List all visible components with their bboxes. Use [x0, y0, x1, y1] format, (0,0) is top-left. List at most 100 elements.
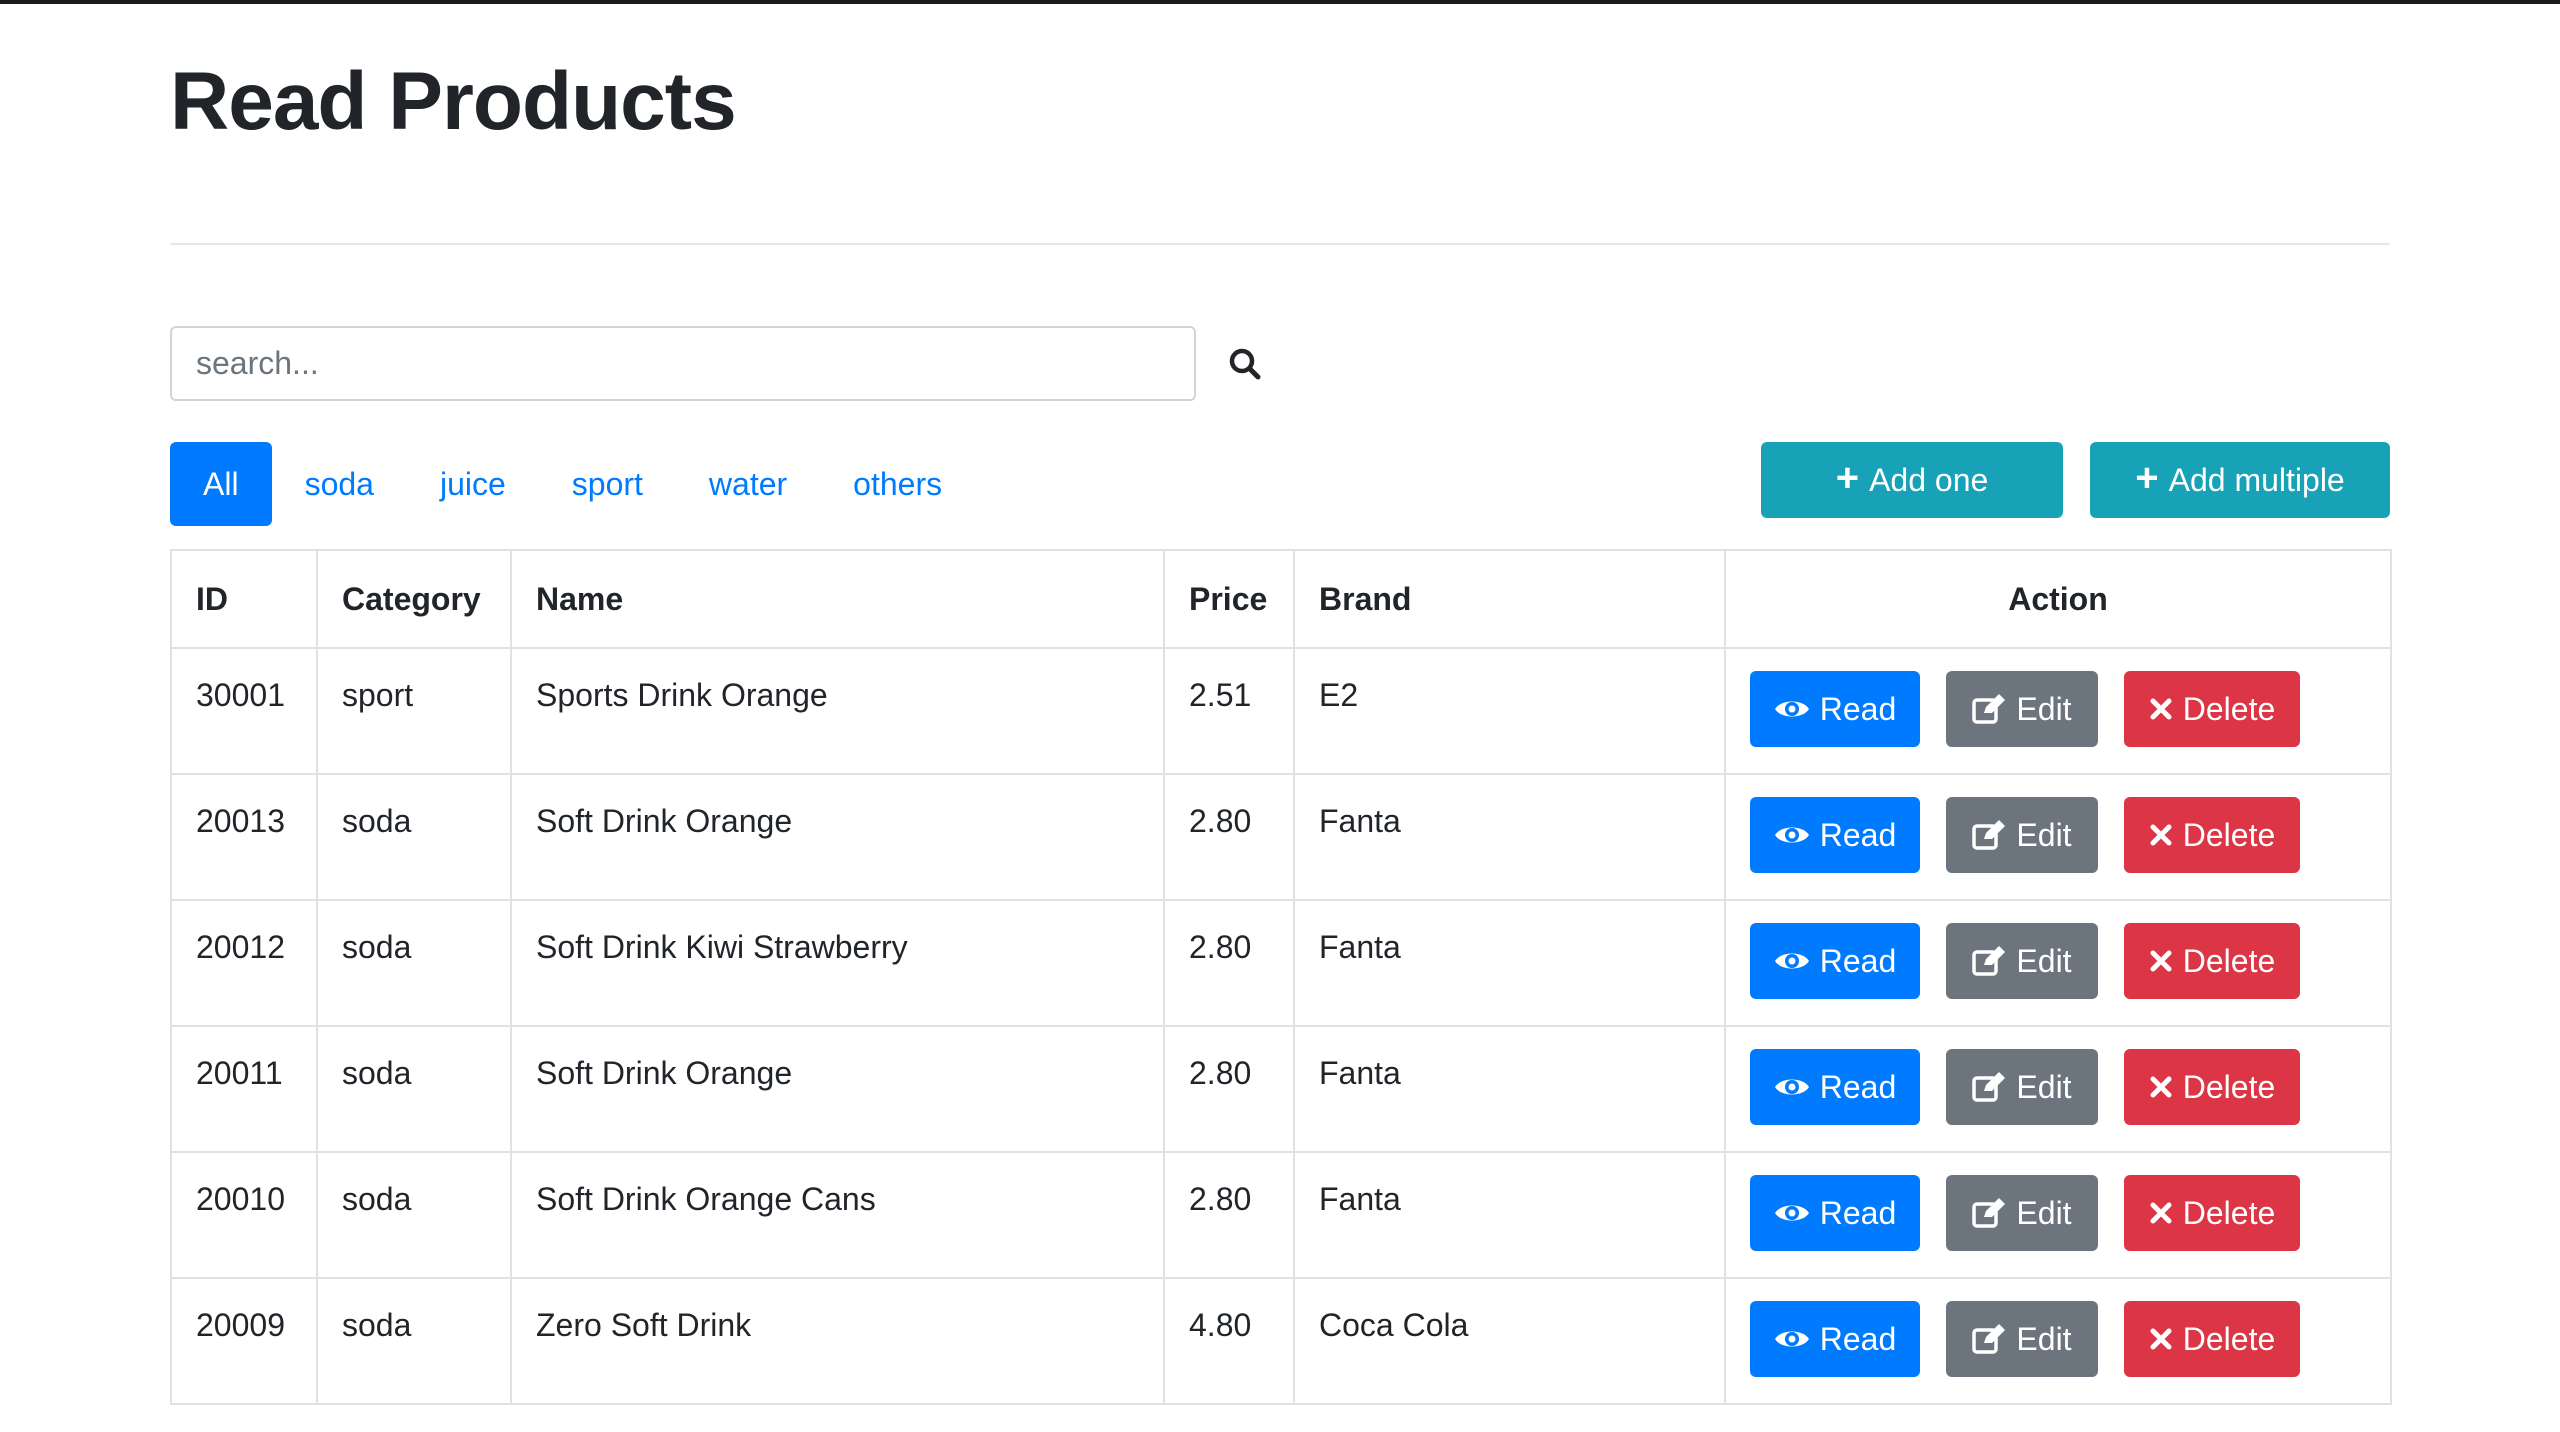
close-icon — [2150, 824, 2172, 846]
delete-button[interactable]: Delete — [2124, 923, 2300, 999]
cell-brand: Fanta — [1293, 899, 1726, 1027]
read-button[interactable]: Read — [1750, 671, 1920, 747]
edit-icon — [1972, 820, 2006, 850]
close-icon — [2150, 698, 2172, 720]
table-row: 20011 soda Soft Drink Orange 2.80 Fanta … — [170, 1025, 2392, 1153]
edit-label: Edit — [2016, 942, 2072, 979]
search-button[interactable] — [1216, 336, 1274, 392]
delete-label: Delete — [2182, 690, 2276, 727]
cell-price: 2.80 — [1163, 1025, 1295, 1153]
add-one-label: Add one — [1869, 461, 1989, 498]
delete-label: Delete — [2182, 1194, 2276, 1231]
read-button[interactable]: Read — [1750, 923, 1920, 999]
edit-button[interactable]: Edit — [1946, 1175, 2098, 1251]
close-icon — [2150, 1202, 2172, 1224]
delete-label: Delete — [2182, 1068, 2276, 1105]
cell-price: 2.80 — [1163, 1151, 1295, 1279]
read-label: Read — [1819, 690, 1897, 727]
cell-brand: E2 — [1293, 647, 1726, 775]
eye-icon — [1774, 701, 1809, 717]
table-row: 20012 soda Soft Drink Kiwi Strawberry 2.… — [170, 899, 2392, 1027]
delete-button[interactable]: Delete — [2124, 671, 2300, 747]
close-icon — [2150, 950, 2172, 972]
edit-button[interactable]: Edit — [1946, 671, 2098, 747]
cell-actions: Read Edit Delete — [1724, 899, 2392, 1027]
filter-tab-others[interactable]: others — [820, 442, 975, 526]
edit-button[interactable]: Edit — [1946, 797, 2098, 873]
table-row: 20013 soda Soft Drink Orange 2.80 Fanta … — [170, 773, 2392, 901]
cell-brand: Coca Cola — [1293, 1277, 1726, 1405]
cell-category: soda — [316, 1025, 512, 1153]
edit-label: Edit — [2016, 1320, 2072, 1357]
cell-actions: Read Edit Delete — [1724, 647, 2392, 775]
edit-button[interactable]: Edit — [1946, 1049, 2098, 1125]
cell-id: 20013 — [170, 773, 318, 901]
cell-actions: Read Edit Delete — [1724, 773, 2392, 901]
cell-name: Sports Drink Orange — [510, 647, 1165, 775]
cell-name: Soft Drink Orange — [510, 773, 1165, 901]
read-label: Read — [1819, 942, 1897, 979]
cell-actions: Read Edit Delete — [1724, 1025, 2392, 1153]
table-row: 30001 sport Sports Drink Orange 2.51 E2 … — [170, 647, 2392, 775]
cell-id: 30001 — [170, 647, 318, 775]
edit-label: Edit — [2016, 1068, 2072, 1105]
edit-icon — [1972, 694, 2006, 724]
filter-tab-all[interactable]: All — [170, 442, 272, 526]
edit-icon — [1972, 1324, 2006, 1354]
add-multiple-button[interactable]: + Add multiple — [2090, 442, 2390, 518]
browser-top-strip — [0, 0, 2560, 4]
filter-tab-juice[interactable]: juice — [407, 442, 539, 526]
add-multiple-label: Add multiple — [2168, 461, 2345, 498]
edit-icon — [1972, 946, 2006, 976]
filter-tab-water[interactable]: water — [676, 442, 820, 526]
read-button[interactable]: Read — [1750, 1301, 1920, 1377]
category-filter-tabs: All soda juice sport water others — [170, 442, 975, 526]
table-header-row: ID Category Name Price Brand Action — [170, 549, 2392, 649]
read-label: Read — [1819, 1320, 1897, 1357]
cell-category: soda — [316, 899, 512, 1027]
read-button[interactable]: Read — [1750, 1049, 1920, 1125]
cell-price: 2.51 — [1163, 647, 1295, 775]
cell-category: soda — [316, 1277, 512, 1405]
delete-button[interactable]: Delete — [2124, 1175, 2300, 1251]
edit-button[interactable]: Edit — [1946, 1301, 2098, 1377]
title-divider — [170, 243, 2390, 245]
cell-name: Soft Drink Orange Cans — [510, 1151, 1165, 1279]
plus-icon: + — [1835, 456, 1860, 500]
read-button[interactable]: Read — [1750, 1175, 1920, 1251]
delete-button[interactable]: Delete — [2124, 1049, 2300, 1125]
filter-tab-sport[interactable]: sport — [539, 442, 676, 526]
close-icon — [2150, 1076, 2172, 1098]
cell-name: Soft Drink Orange — [510, 1025, 1165, 1153]
add-one-button[interactable]: + Add one — [1761, 442, 2063, 518]
cell-id: 20012 — [170, 899, 318, 1027]
cell-actions: Read Edit Delete — [1724, 1277, 2392, 1405]
eye-icon — [1774, 1079, 1809, 1095]
search-icon — [1229, 348, 1261, 380]
edit-label: Edit — [2016, 690, 2072, 727]
eye-icon — [1774, 1331, 1809, 1347]
table-row: 20009 soda Zero Soft Drink 4.80 Coca Col… — [170, 1277, 2392, 1405]
cell-category: sport — [316, 647, 512, 775]
plus-icon: + — [2135, 456, 2159, 500]
delete-label: Delete — [2182, 942, 2276, 979]
cell-category: soda — [316, 773, 512, 901]
column-header-id: ID — [170, 549, 318, 649]
cell-id: 20010 — [170, 1151, 318, 1279]
edit-button[interactable]: Edit — [1946, 923, 2098, 999]
delete-button[interactable]: Delete — [2124, 797, 2300, 873]
delete-label: Delete — [2182, 816, 2276, 853]
read-button[interactable]: Read — [1750, 797, 1920, 873]
products-table: ID Category Name Price Brand Action 3000… — [170, 549, 2392, 1405]
column-header-category: Category — [316, 549, 512, 649]
read-label: Read — [1819, 816, 1897, 853]
search-input[interactable] — [170, 326, 1196, 401]
edit-label: Edit — [2016, 1194, 2072, 1231]
delete-button[interactable]: Delete — [2124, 1301, 2300, 1377]
column-header-name: Name — [510, 549, 1165, 649]
close-icon — [2150, 1328, 2172, 1350]
filter-tab-soda[interactable]: soda — [272, 442, 407, 526]
cell-brand: Fanta — [1293, 773, 1726, 901]
eye-icon — [1774, 953, 1809, 969]
delete-label: Delete — [2182, 1320, 2276, 1357]
